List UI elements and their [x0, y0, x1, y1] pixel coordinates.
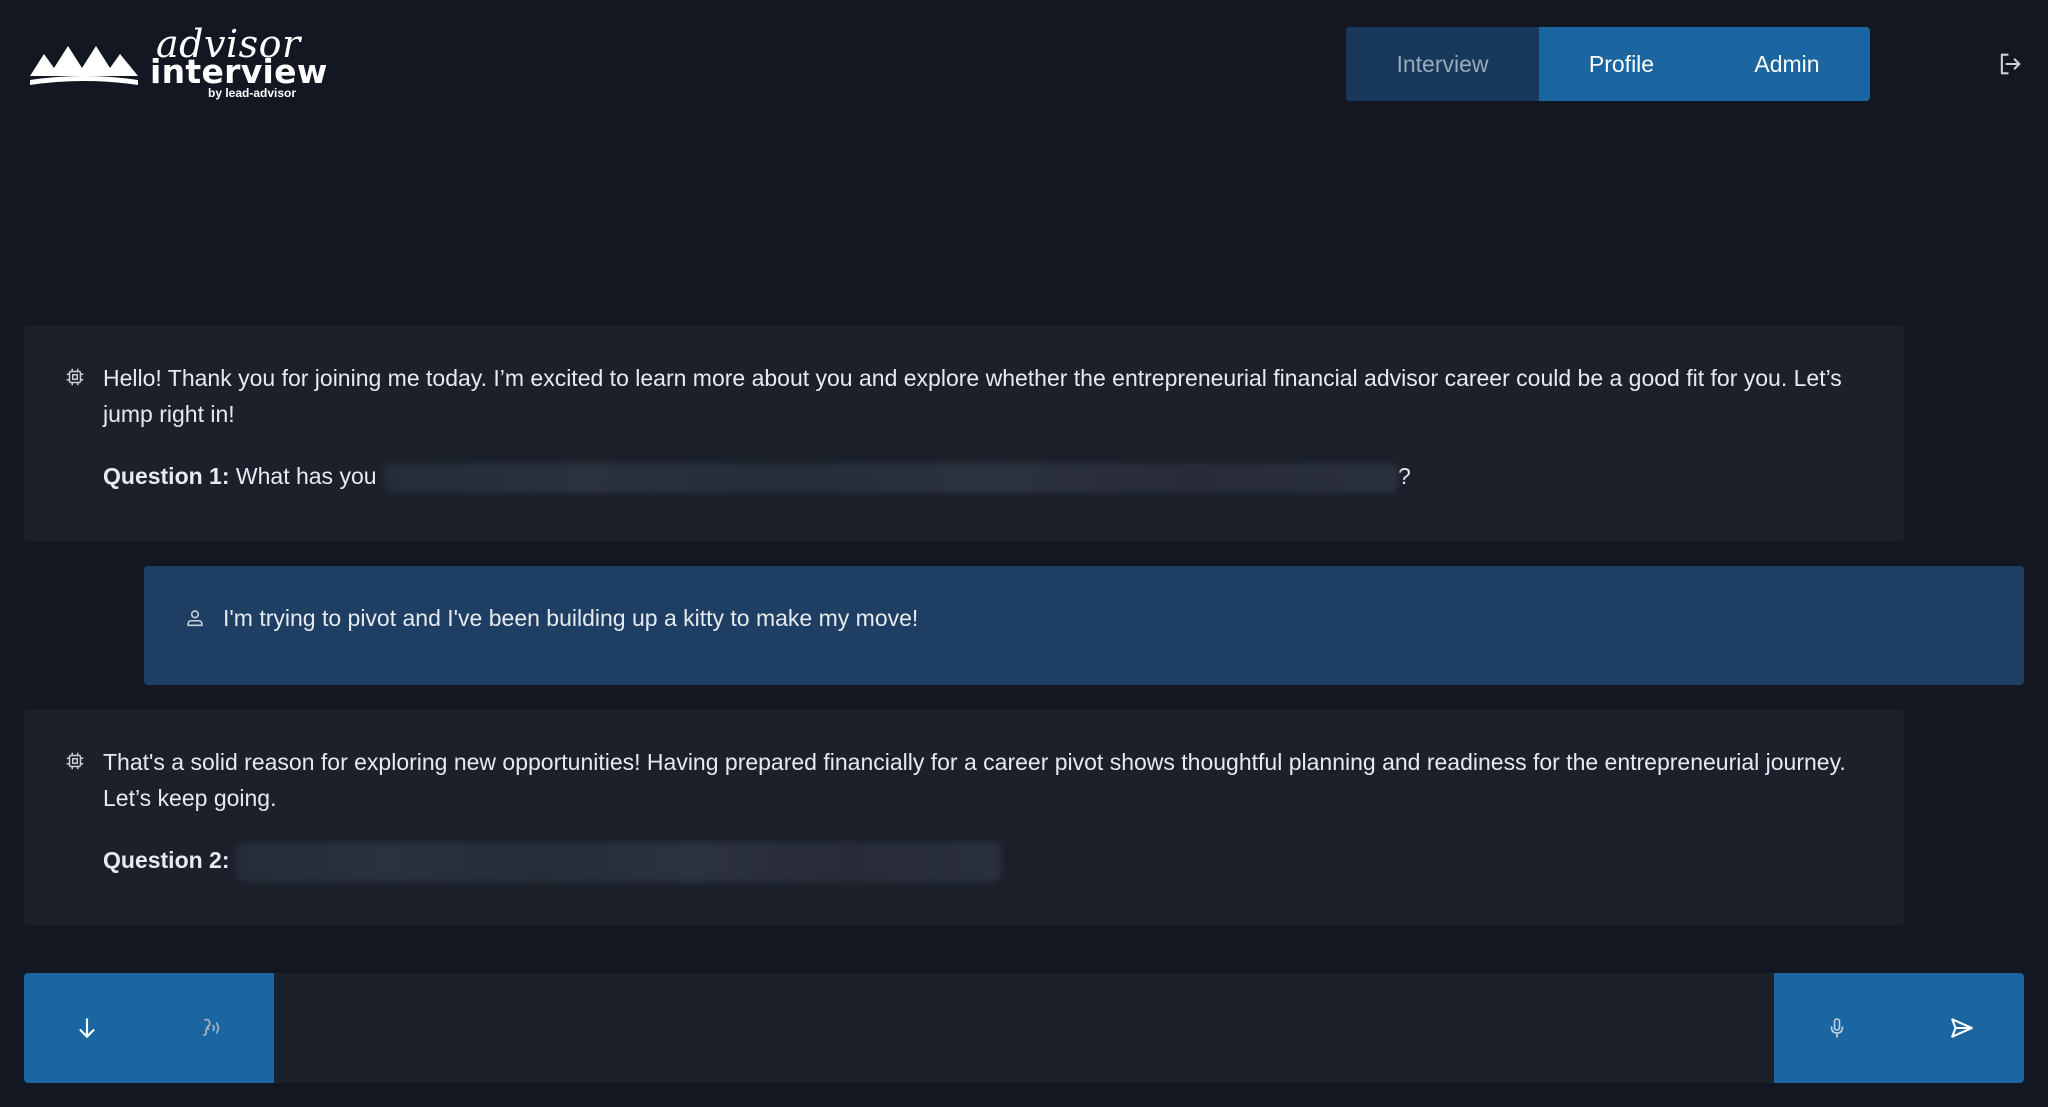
scroll-down-button[interactable] — [24, 973, 149, 1083]
microphone-icon — [1830, 1018, 1843, 1038]
tab-interview[interactable]: Interview — [1346, 27, 1539, 101]
assistant-message-text: Hello! Thank you for joining me today. I… — [103, 365, 1842, 427]
composer-right-actions — [1774, 973, 2024, 1083]
tab-admin[interactable]: Admin — [1704, 27, 1870, 101]
nav-tabs: Interview Profile Admin — [1346, 27, 1870, 101]
app-logo[interactable]: advisor interview by lead-advisor — [28, 22, 327, 104]
question-suffix: ? — [1397, 463, 1411, 489]
cpu-chip-icon — [66, 368, 84, 386]
redacted-text — [235, 842, 1001, 882]
tab-profile[interactable]: Profile — [1539, 27, 1704, 101]
assistant-message: Hello! Thank you for joining me today. I… — [24, 326, 1904, 541]
send-button[interactable] — [1899, 973, 2024, 1083]
message-input[interactable] — [274, 973, 1774, 1083]
logo-mark-icon — [30, 46, 138, 85]
logout-button[interactable] — [1996, 50, 2024, 78]
assistant-message: That's a solid reason for exploring new … — [24, 710, 1904, 925]
logo-byline: by lead-advisor — [208, 86, 297, 100]
cpu-chip-icon — [66, 752, 84, 770]
assistant-message-text: That's a solid reason for exploring new … — [103, 749, 1846, 811]
voice-mode-button[interactable] — [149, 973, 274, 1083]
composer-left-actions — [24, 973, 274, 1083]
user-message-text: I'm trying to pivot and I've been buildi… — [223, 605, 919, 631]
microphone-button[interactable] — [1774, 973, 1899, 1083]
send-icon — [1950, 1018, 1973, 1038]
question-text: What has you — [235, 463, 377, 489]
user-icon — [187, 610, 203, 627]
question-label: Question 2: — [103, 847, 230, 874]
redacted-text — [382, 462, 1398, 493]
message-composer — [24, 973, 2024, 1083]
voice-icon — [202, 1018, 219, 1036]
user-message: I'm trying to pivot and I've been buildi… — [144, 566, 2024, 685]
question-line: Question 2: — [103, 842, 1001, 882]
question-line: Question 1: What has you ? — [103, 458, 1411, 494]
logout-icon — [2000, 53, 2021, 75]
arrow-down-icon — [78, 1018, 95, 1038]
question-label: Question 1: — [103, 463, 230, 489]
